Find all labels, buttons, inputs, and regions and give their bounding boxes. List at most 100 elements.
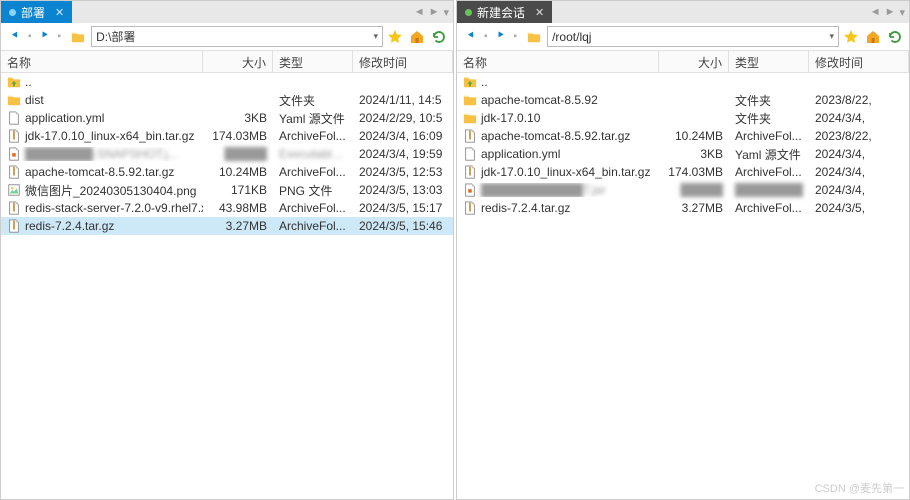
forward-button[interactable]: ⯈: [35, 27, 55, 47]
file-type: 文件夹: [729, 110, 809, 127]
file-date: 2024/3/4,: [809, 165, 909, 179]
folder-icon: [7, 93, 21, 107]
header-size[interactable]: 大小: [659, 51, 729, 72]
tab-next-icon[interactable]: ►: [429, 6, 440, 18]
file-size: █████: [659, 183, 729, 197]
left-pane: 部署 ✕ ◄ ► ▾ ⯇▪ ⯈▪ D:\部署 ▾ 名称 大小 类型 修改时间 .…: [0, 0, 454, 500]
file-date: 2024/2/29, 10:5: [353, 111, 453, 125]
home-button[interactable]: [863, 27, 883, 47]
chevron-down-icon[interactable]: ▾: [829, 31, 834, 42]
file-date: 2024/3/4,: [809, 111, 909, 125]
header-type[interactable]: 类型: [273, 51, 353, 72]
file-type: PNG 文件: [273, 182, 353, 199]
table-row[interactable]: application.yml3KBYaml 源文件2024/3/4,: [457, 145, 909, 163]
file-name: jdk-17.0.10_linux-x64_bin.tar.gz: [481, 165, 650, 179]
table-row[interactable]: jdk-17.0.10文件夹2024/3/4,: [457, 109, 909, 127]
refresh-button[interactable]: [429, 27, 449, 47]
tabbar-nav: ◄ ► ▾: [870, 1, 909, 23]
table-row[interactable]: redis-7.2.4.tar.gz3.27MBArchiveFol...202…: [457, 199, 909, 217]
tab-menu-icon[interactable]: ▾: [899, 6, 905, 19]
file-icon: [463, 147, 477, 161]
table-row[interactable]: ████████-SNAPSHOT.j...█████Executable...…: [1, 145, 453, 163]
table-row[interactable]: ████████████T.jar█████████████2024/3/4,: [457, 181, 909, 199]
archive-icon: [7, 165, 21, 179]
favorite-button[interactable]: [385, 27, 405, 47]
table-row[interactable]: redis-stack-server-7.2.0-v9.rhel7.x8...4…: [1, 199, 453, 217]
left-path-box[interactable]: D:\部署 ▾: [91, 26, 383, 47]
parent-dir-row[interactable]: ..: [1, 73, 453, 91]
right-headers: 名称 大小 类型 修改时间: [457, 51, 909, 73]
file-date: 2024/3/4, 16:09: [353, 129, 453, 143]
file-date: 2024/3/5,: [809, 201, 909, 215]
file-date: 2024/3/5, 15:46: [353, 219, 453, 233]
file-size: 10.24MB: [659, 129, 729, 143]
table-row[interactable]: dist文件夹2024/1/11, 14:5: [1, 91, 453, 109]
back-button[interactable]: ⯇: [461, 27, 481, 47]
header-date[interactable]: 修改时间: [809, 51, 909, 72]
refresh-button[interactable]: [885, 27, 905, 47]
right-path-box[interactable]: /root/lqj ▾: [547, 26, 839, 47]
right-toolbar: ⯇▪ ⯈▪ /root/lqj ▾: [457, 23, 909, 51]
file-date: 2024/1/11, 14:5: [353, 93, 453, 107]
file-name: redis-7.2.4.tar.gz: [481, 201, 570, 215]
archive-icon: [7, 219, 21, 233]
archive-icon: [7, 201, 21, 215]
left-tabbar: 部署 ✕ ◄ ► ▾: [1, 1, 453, 23]
table-row[interactable]: apache-tomcat-8.5.92.tar.gz10.24MBArchiv…: [1, 163, 453, 181]
table-row[interactable]: jdk-17.0.10_linux-x64_bin.tar.gz174.03MB…: [457, 163, 909, 181]
right-file-list[interactable]: .. apache-tomcat-8.5.92 文件夹2023/8/22, jdk-1…: [457, 73, 909, 499]
file-date: 2024/3/5, 12:53: [353, 165, 453, 179]
right-tab-label: 新建会话: [477, 4, 525, 21]
table-row[interactable]: jdk-17.0.10_linux-x64_bin.tar.gz174.03MB…: [1, 127, 453, 145]
table-row[interactable]: apache-tomcat-8.5.92 文件夹2023/8/22,: [457, 91, 909, 109]
back-button[interactable]: ⯇: [5, 27, 25, 47]
folder-up-icon: [7, 75, 21, 89]
file-type: Yaml 源文件: [273, 110, 353, 127]
folder-icon: [463, 93, 477, 107]
table-row[interactable]: 微信图片_20240305130404.png171KBPNG 文件2024/3…: [1, 181, 453, 199]
parent-dir-row[interactable]: ..: [457, 73, 909, 91]
archive-icon: [7, 129, 21, 143]
header-name[interactable]: 名称: [457, 51, 659, 72]
tab-prev-icon[interactable]: ◄: [414, 6, 425, 18]
close-icon[interactable]: ✕: [535, 6, 544, 19]
chevron-down-icon[interactable]: ▾: [373, 31, 378, 42]
header-date[interactable]: 修改时间: [353, 51, 453, 72]
file-date: 2024/3/4,: [809, 183, 909, 197]
file-type: 文件夹: [729, 92, 809, 109]
table-row[interactable]: apache-tomcat-8.5.92.tar.gz10.24MBArchiv…: [457, 127, 909, 145]
left-file-list[interactable]: ..dist文件夹2024/1/11, 14:5application.yml3…: [1, 73, 453, 499]
file-name: apache-tomcat-8.5.92: [481, 93, 598, 107]
tab-menu-icon[interactable]: ▾: [443, 6, 449, 19]
file-date: 2023/8/22,: [809, 93, 909, 107]
archive-icon: [463, 201, 477, 215]
forward-button[interactable]: ⯈: [491, 27, 511, 47]
right-path: /root/lqj: [552, 30, 825, 44]
header-size[interactable]: 大小: [203, 51, 273, 72]
file-type: ArchiveFol...: [273, 201, 353, 215]
home-button[interactable]: [407, 27, 427, 47]
file-type: ArchiveFol...: [273, 129, 353, 143]
file-name: apache-tomcat-8.5.92.tar.gz: [25, 165, 174, 179]
file-size: 3KB: [659, 147, 729, 161]
left-toolbar: ⯇▪ ⯈▪ D:\部署 ▾: [1, 23, 453, 51]
file-name: jdk-17.0.10_linux-x64_bin.tar.gz: [25, 129, 194, 143]
file-name: redis-stack-server-7.2.0-v9.rhel7.x8...: [25, 201, 203, 215]
header-name[interactable]: 名称: [1, 51, 203, 72]
file-name: apache-tomcat-8.5.92.tar.gz: [481, 129, 630, 143]
folder-up-icon: [463, 75, 477, 89]
favorite-button[interactable]: [841, 27, 861, 47]
tab-next-icon[interactable]: ►: [885, 6, 896, 18]
close-icon[interactable]: ✕: [55, 6, 64, 19]
file-type: ArchiveFol...: [273, 219, 353, 233]
file-name: dist: [25, 93, 44, 107]
table-row[interactable]: application.yml3KBYaml 源文件2024/2/29, 10:…: [1, 109, 453, 127]
header-type[interactable]: 类型: [729, 51, 809, 72]
table-row[interactable]: redis-7.2.4.tar.gz3.27MBArchiveFol...202…: [1, 217, 453, 235]
tab-prev-icon[interactable]: ◄: [870, 6, 881, 18]
file-date: 2024/3/5, 13:03: [353, 183, 453, 197]
left-tab[interactable]: 部署 ✕: [1, 1, 72, 23]
file-size: 3.27MB: [659, 201, 729, 215]
left-headers: 名称 大小 类型 修改时间: [1, 51, 453, 73]
right-tab[interactable]: 新建会话 ✕: [457, 1, 552, 23]
